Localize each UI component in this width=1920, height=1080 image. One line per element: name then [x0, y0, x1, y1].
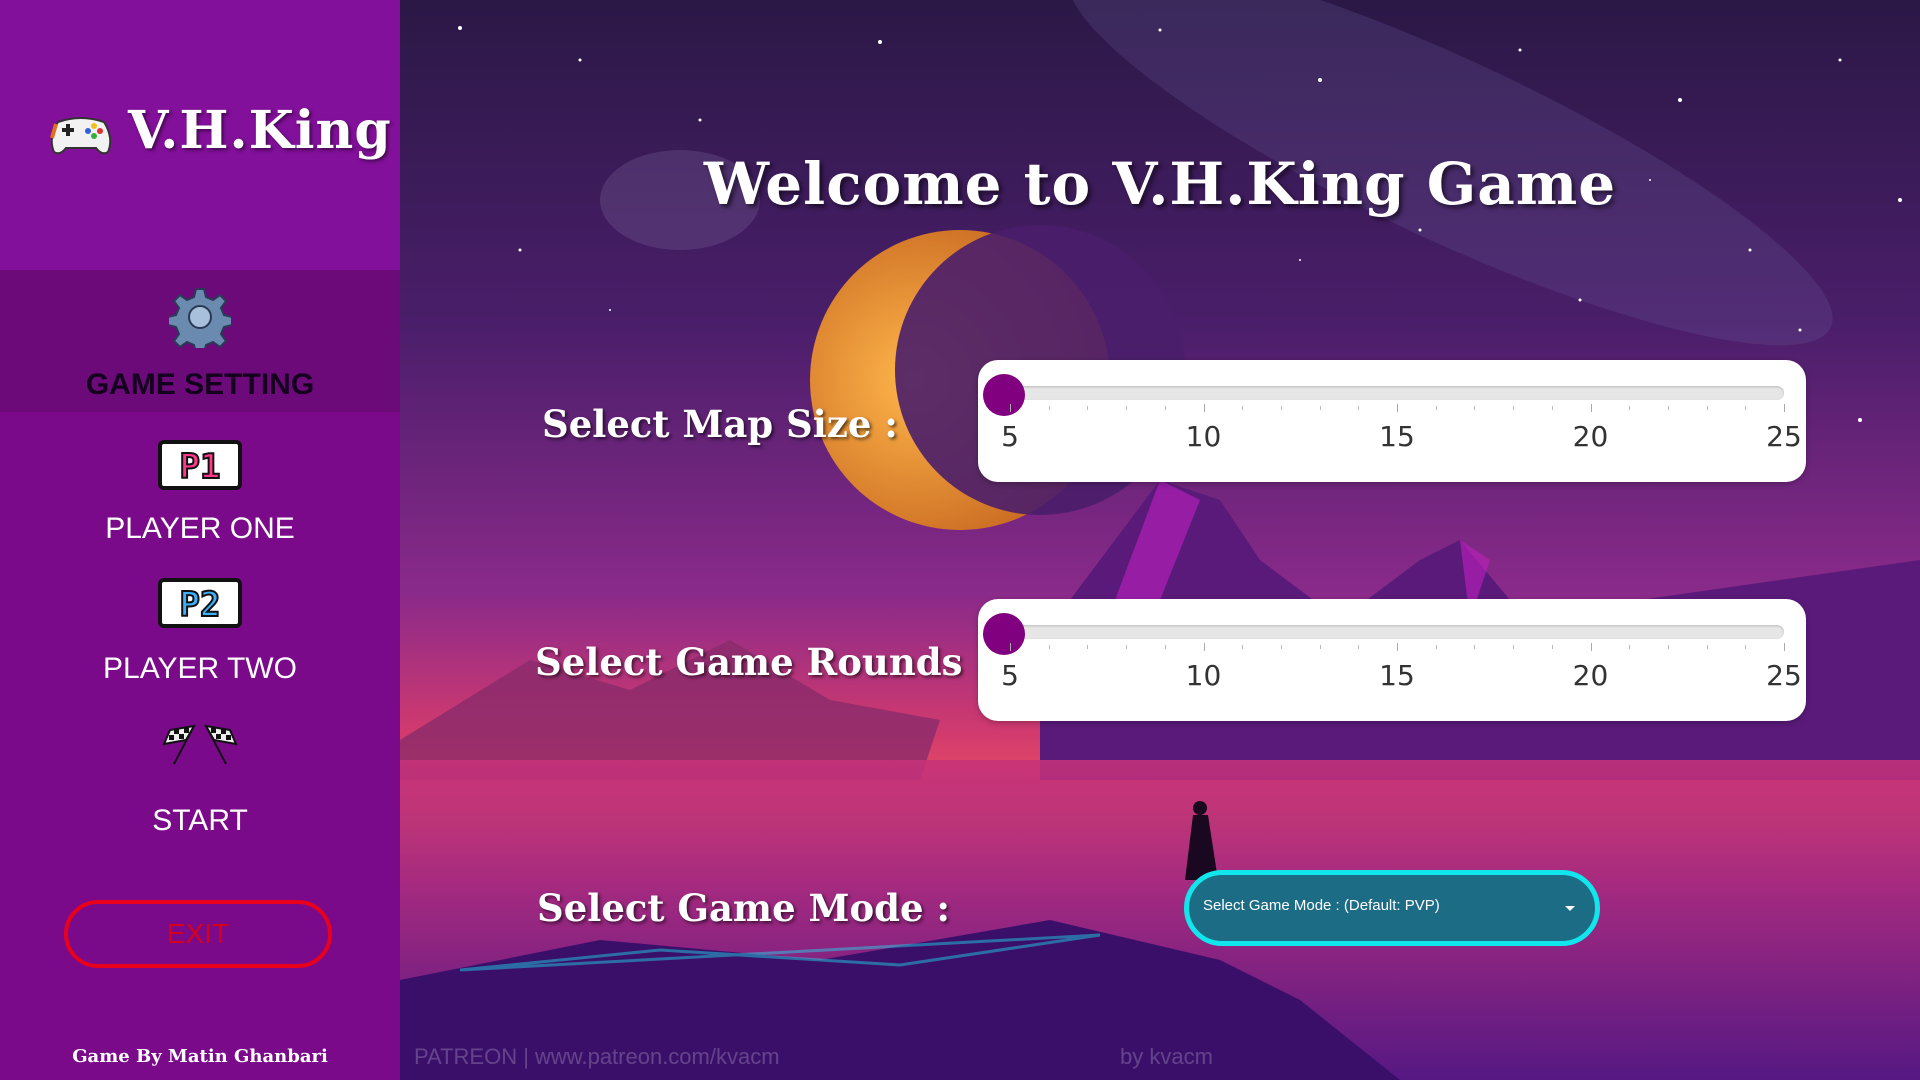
slider-track[interactable] [1010, 386, 1784, 400]
slider-tick-label: 5 [1001, 420, 1019, 453]
slider-major-tick [1203, 404, 1205, 412]
slider-minor-tick [1280, 406, 1282, 410]
map-size-label: Select Map Size : [542, 402, 898, 446]
slider-minor-tick [1242, 406, 1244, 410]
slider-minor-tick [1551, 645, 1553, 649]
nav-label-player-one: PLAYER ONE [105, 512, 295, 545]
brand-title: V.H.King [128, 100, 392, 161]
slider-major-tick [1590, 404, 1592, 412]
slider-thumb[interactable] [983, 374, 1025, 416]
watermark-right: by kvacm [1120, 1044, 1213, 1069]
game-mode-select[interactable]: Select Game Mode : (Default: PVP) [1184, 870, 1600, 946]
slider-minor-tick [1629, 406, 1631, 410]
slider-tick-label: 20 [1572, 659, 1609, 692]
slider-minor-tick [1087, 406, 1089, 410]
game-mode-selected-value: Select Game Mode : (Default: PVP) [1203, 897, 1440, 914]
slider-tick-label: 5 [1001, 659, 1019, 692]
slider-minor-tick [1745, 645, 1747, 649]
slider-tick-label: 15 [1379, 659, 1415, 692]
slider-minor-tick [1048, 406, 1050, 410]
slider-major-tick [1010, 643, 1011, 651]
nav-player-two[interactable]: P2 PLAYER TWO [0, 560, 400, 700]
slider-minor-tick [1667, 406, 1669, 410]
slider-minor-tick [1358, 645, 1360, 649]
slider-track[interactable] [1010, 625, 1784, 639]
slider-minor-tick [1474, 645, 1476, 649]
slider-major-tick [1784, 404, 1785, 412]
slider-minor-tick [1706, 645, 1708, 649]
nav-label-start: START [152, 804, 248, 837]
checkered-flags-icon [160, 722, 240, 771]
slider-minor-tick [1126, 406, 1128, 410]
slider-tick-label: 25 [1766, 659, 1802, 692]
slider-minor-tick [1319, 645, 1321, 649]
slider-tick-label: 10 [1185, 420, 1222, 453]
chevron-down-icon [1565, 906, 1575, 911]
slider-minor-tick [1435, 645, 1437, 649]
map-size-slider[interactable]: 5 10 15 20 25 [978, 360, 1806, 482]
slider-major-tick [1590, 643, 1592, 651]
slider-major-tick [1010, 404, 1011, 412]
slider-major-tick [1397, 643, 1398, 651]
slider-minor-tick [1513, 645, 1515, 649]
brand-header: V.H.King [0, 0, 400, 270]
slider-minor-tick [1280, 645, 1282, 649]
slider-minor-tick [1242, 645, 1244, 649]
svg-text:P1: P1 [180, 447, 221, 487]
svg-text:P2: P2 [180, 585, 221, 625]
slider-minor-tick [1706, 406, 1708, 410]
slider-thumb[interactable] [983, 613, 1025, 655]
slider-minor-tick [1358, 406, 1360, 410]
slider-minor-tick [1164, 406, 1166, 410]
p2-badge-icon: P2 [158, 578, 242, 633]
nav-start[interactable]: START [0, 710, 400, 850]
game-rounds-label: Select Game Rounds : [535, 640, 989, 684]
slider-tick-label: 10 [1185, 659, 1222, 692]
slider-tick-label: 15 [1379, 420, 1415, 453]
slider-major-tick [1784, 643, 1785, 651]
slider-tick-label: 25 [1766, 420, 1802, 453]
welcome-title: Welcome to V.H.King Game [703, 150, 1617, 218]
gear-icon [167, 286, 233, 354]
slider-major-tick [1203, 643, 1205, 651]
slider-minor-tick [1513, 406, 1515, 410]
slider-minor-tick [1435, 406, 1437, 410]
slider-minor-tick [1164, 645, 1166, 649]
exit-button[interactable]: EXIT [64, 900, 332, 968]
watermark-left: PATREON | www.patreon.com/kvacm [414, 1044, 780, 1069]
slider-minor-tick [1745, 406, 1747, 410]
slider-minor-tick [1048, 645, 1050, 649]
slider-minor-tick [1551, 406, 1553, 410]
slider-minor-tick [1126, 645, 1128, 649]
nav-label-game-setting: GAME SETTING [85, 368, 315, 401]
game-mode-label: Select Game Mode : [537, 886, 951, 930]
nav-label-player-two: PLAYER TWO [103, 652, 297, 685]
nav-player-one[interactable]: P1 PLAYER ONE [0, 420, 400, 560]
slider-minor-tick [1087, 645, 1089, 649]
slider-major-tick [1397, 404, 1398, 412]
slider-minor-tick [1629, 645, 1631, 649]
sidebar: V.H.King GAME SETTING P1 PLAYER ONE P2 P… [0, 0, 400, 1080]
slider-minor-tick [1319, 406, 1321, 410]
slider-tick-label: 20 [1572, 420, 1609, 453]
slider-minor-tick [1474, 406, 1476, 410]
gamepad-icon [48, 108, 114, 158]
game-rounds-slider[interactable]: 5 10 15 20 25 [978, 599, 1806, 721]
p1-badge-icon: P1 [158, 440, 242, 495]
slider-minor-tick [1667, 645, 1669, 649]
credit-text: Game By Matin Ghanbari [72, 1046, 328, 1067]
nav-game-setting[interactable]: GAME SETTING [0, 270, 400, 412]
